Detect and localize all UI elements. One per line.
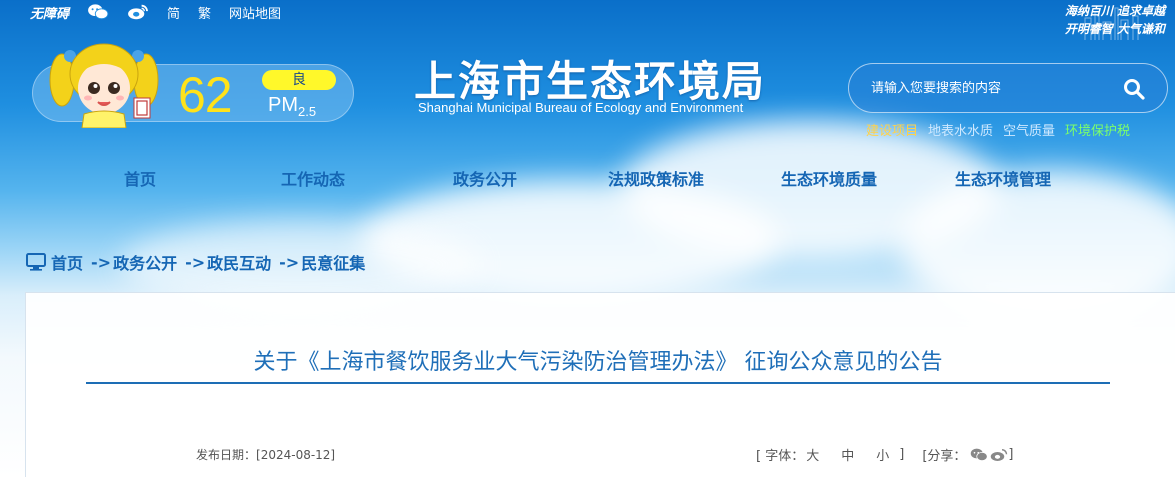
slogan: 海纳百川 追求卓越 开明睿智 大气谦和: [1005, 2, 1165, 40]
aqi-value: 62: [178, 67, 233, 123]
top-utility-bar: 无障碍 简 繁 网站地图: [0, 0, 1175, 24]
font-size-large[interactable]: 大: [806, 445, 819, 464]
slogan-line1: 海纳百川 追求卓越: [1064, 4, 1165, 18]
quick-link-2[interactable]: 空气质量: [1003, 120, 1055, 139]
quick-link-0[interactable]: 建设项目: [866, 120, 918, 139]
accessibility-link[interactable]: 无障碍: [30, 3, 69, 22]
font-size-close: ]: [899, 447, 905, 462]
wechat-icon[interactable]: [87, 3, 109, 21]
nav-government-affairs[interactable]: 政务公开: [453, 166, 517, 190]
publish-date-label: 发布日期：: [196, 448, 257, 462]
quick-link-3[interactable]: 环境保护税: [1065, 120, 1130, 139]
search-box: [848, 63, 1168, 113]
font-size-small[interactable]: 小: [876, 445, 889, 464]
share-label: [分享：: [922, 449, 967, 464]
aqi-pollutant: PM2.5: [268, 94, 316, 119]
nav-regulations[interactable]: 法规政策标准: [608, 166, 704, 190]
breadcrumb: 首页 -> 政务公开 -> 政民互动 -> 民意征集: [26, 250, 365, 274]
share-weibo-icon[interactable]: [990, 447, 1008, 463]
article-title: 关于《上海市餐饮服务业大气污染防治管理办法》 征询公众意见的公告: [253, 350, 943, 375]
breadcrumb-home[interactable]: 首页: [51, 250, 83, 274]
share-close: ]: [1008, 447, 1014, 462]
sitemap-link[interactable]: 网站地图: [229, 3, 281, 22]
share-wechat-icon[interactable]: [970, 447, 989, 463]
traditional-chinese-link[interactable]: 繁: [198, 3, 211, 22]
weibo-icon[interactable]: [127, 3, 149, 21]
breadcrumb-separator: ->: [91, 252, 112, 272]
nav-environment-management[interactable]: 生态环境管理: [955, 166, 1051, 190]
breadcrumb-opinion-collection[interactable]: 民意征集: [301, 250, 365, 274]
font-size-label: [ 字体：: [756, 449, 805, 464]
quick-links: 建设项目 地表水水质 空气质量 环境保护税: [866, 120, 1130, 139]
aqi-level-badge: 良: [262, 70, 336, 90]
quick-link-1[interactable]: 地表水水质: [928, 120, 993, 139]
pollutant-name: PM: [268, 94, 298, 116]
monitor-icon: [26, 253, 46, 271]
nav-work-updates[interactable]: 工作动态: [281, 166, 345, 190]
search-input[interactable]: [871, 80, 1111, 96]
search-icon[interactable]: [1123, 78, 1145, 100]
breadcrumb-interaction[interactable]: 政民互动: [207, 250, 271, 274]
publish-date: 发布日期：[2024-08-12]: [196, 446, 335, 463]
nav-home[interactable]: 首页: [124, 166, 156, 190]
breadcrumb-separator: ->: [185, 252, 206, 272]
site-subtitle: Shanghai Municipal Bureau of Ecology and…: [418, 100, 744, 115]
nav-environment-quality[interactable]: 生态环境质量: [781, 166, 877, 190]
publish-date-value: [2024-08-12]: [256, 448, 336, 462]
main-nav: 首页 工作动态 政务公开 法规政策标准 生态环境质量 生态环境管理: [0, 166, 1175, 192]
article-tools: [ 字体： 大 中 小 ] [分享： ]: [756, 445, 1014, 464]
simplified-chinese-link[interactable]: 简: [167, 3, 180, 22]
mascot-logo: [49, 43, 159, 128]
font-size-medium[interactable]: 中: [841, 445, 854, 464]
breadcrumb-government-affairs[interactable]: 政务公开: [113, 250, 177, 274]
pollutant-subscript: 2.5: [298, 104, 317, 119]
breadcrumb-separator: ->: [279, 252, 300, 272]
slogan-line2: 开明睿智 大气谦和: [1064, 22, 1165, 36]
title-divider: [86, 382, 1110, 384]
